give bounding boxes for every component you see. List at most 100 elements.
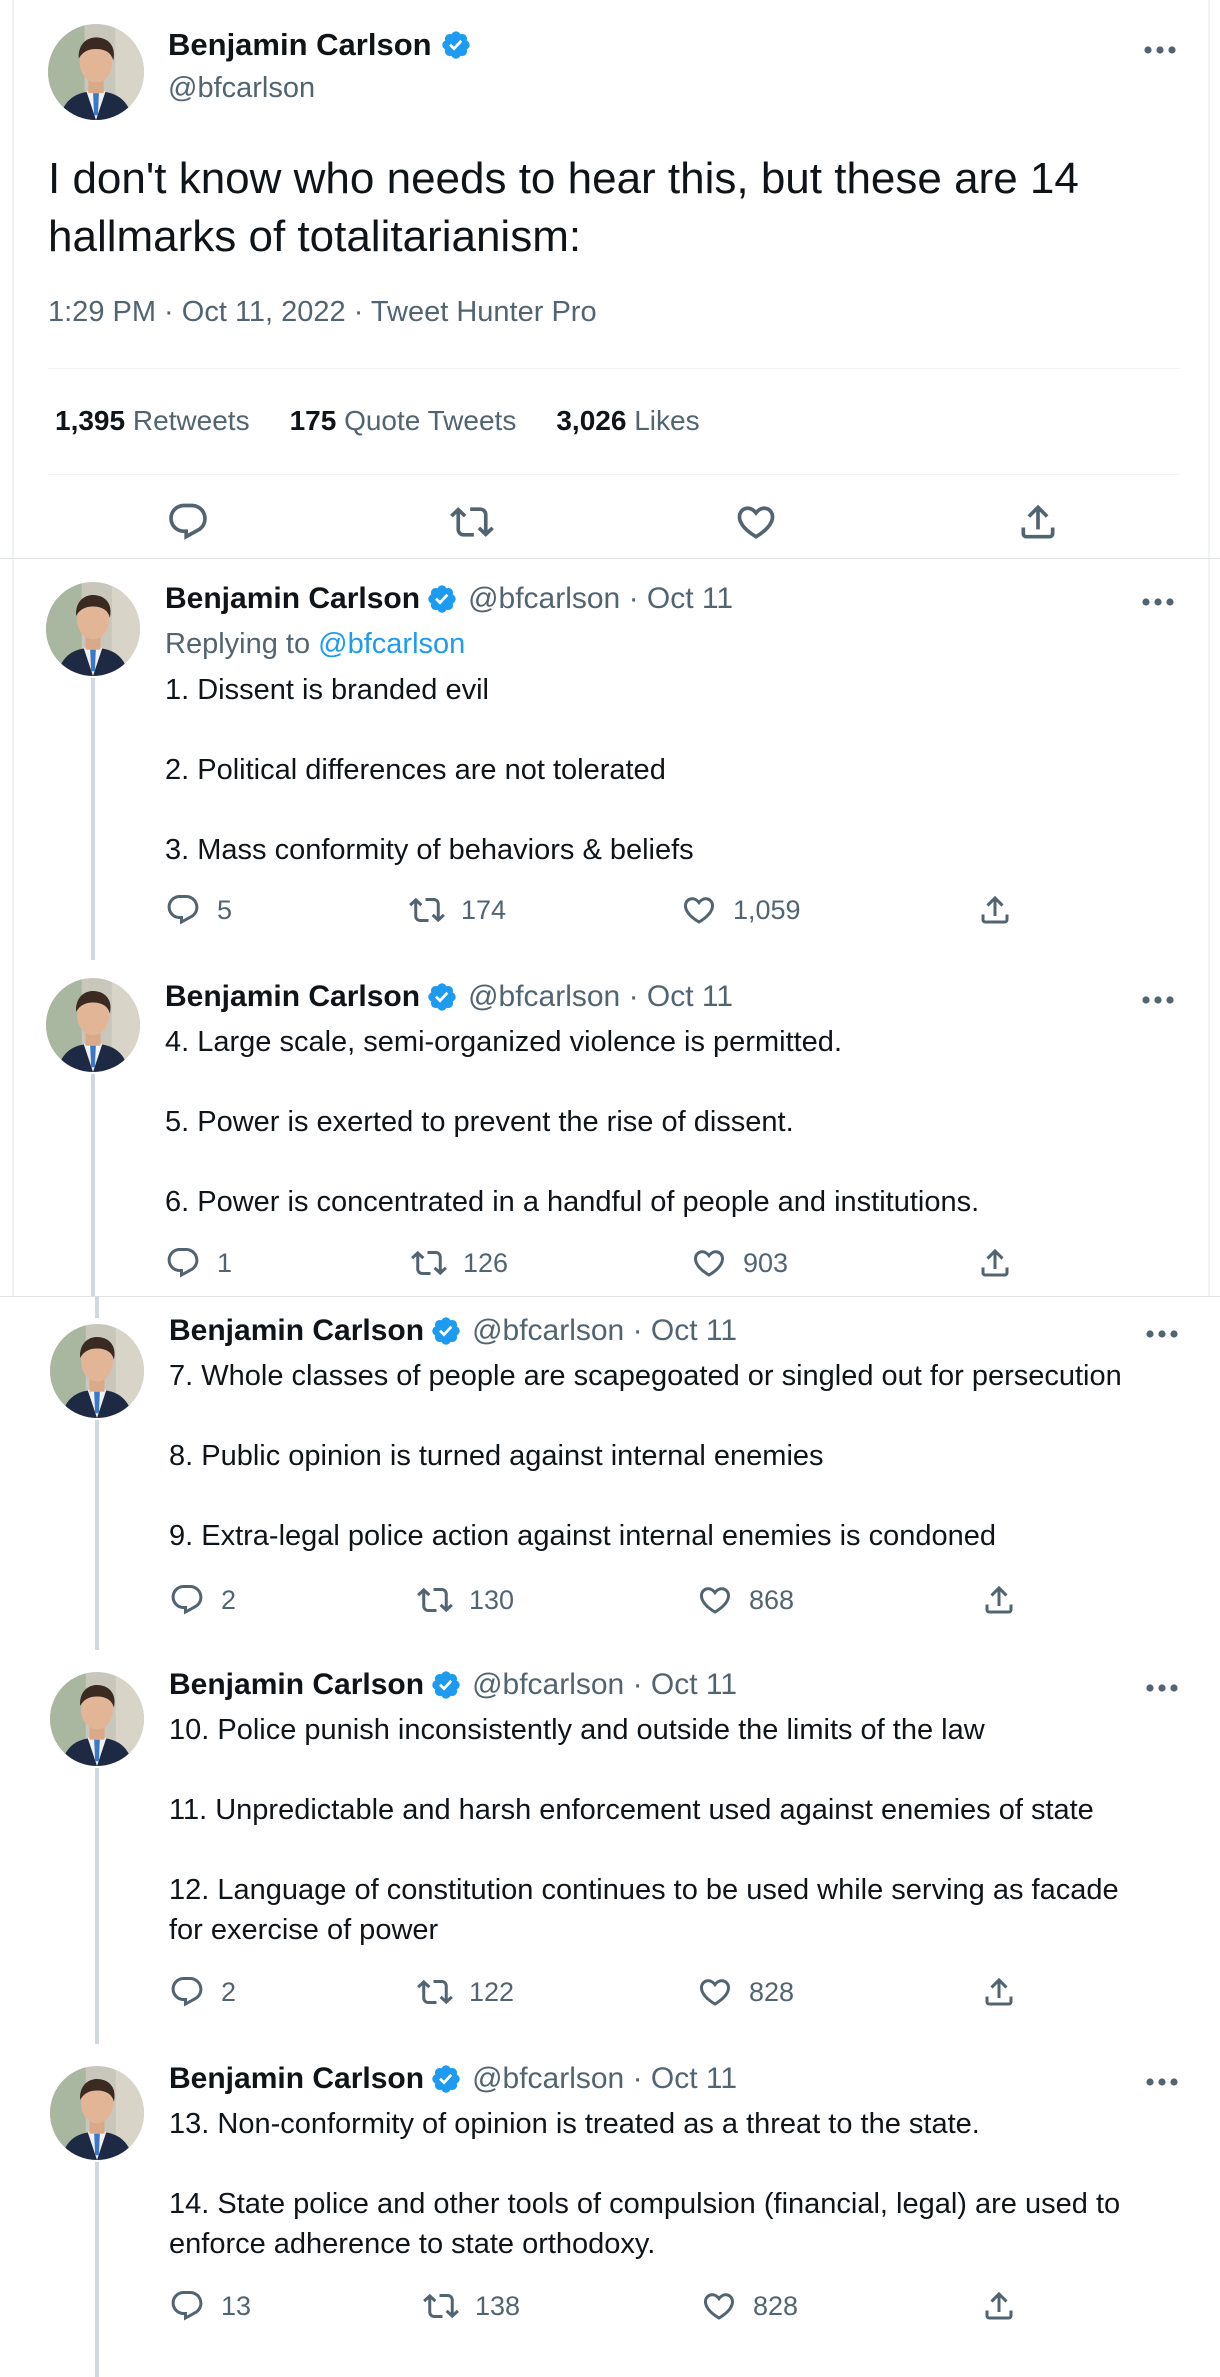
tweet-line: 4. Large scale, semi-organized violence …	[165, 1026, 842, 1058]
author-name[interactable]: Benjamin Carlson	[165, 980, 420, 1014]
like-icon[interactable]	[734, 500, 778, 544]
verified-badge-icon	[426, 981, 458, 1013]
avatar-photo	[48, 24, 144, 120]
tweet-line	[165, 1142, 1175, 1182]
engagement-stats: 1,395 Retweets 175 Quote Tweets 3,026 Li…	[55, 405, 700, 437]
author-handle[interactable]: @bfcarlson	[168, 72, 315, 105]
retweet-icon	[423, 2288, 459, 2324]
replying-to: Replying to @bfcarlson	[165, 628, 465, 661]
handle-date[interactable]: @bfcarlson · Oct 11	[472, 1314, 737, 1348]
divider	[48, 474, 1180, 475]
share-button[interactable]	[981, 2288, 1017, 2324]
like-count: 828	[749, 1976, 795, 2007]
reply-tweet[interactable]: Benjamin Carlson @bfcarlson · Oct 11 4. …	[0, 958, 1220, 1296]
more-icon[interactable]	[1138, 592, 1178, 612]
retweet-button[interactable]: 174	[409, 892, 506, 928]
tweet-timestamp-source[interactable]: 1:29 PM · Oct 11, 2022 · Tweet Hunter Pr…	[48, 296, 597, 329]
retweet-button[interactable]: 122	[417, 1974, 514, 2010]
like-count: 903	[743, 1247, 789, 1278]
likes-stat[interactable]: 3,026 Likes	[556, 405, 699, 437]
reply-icon	[169, 1582, 205, 1618]
reply-button[interactable]: 13	[169, 2288, 251, 2324]
tweet-header: Benjamin Carlson @bfcarlson · Oct 11	[165, 980, 733, 1014]
avatar[interactable]	[50, 1324, 144, 1418]
tweet-header: Benjamin Carlson @bfcarlson · Oct 11	[169, 1668, 737, 1702]
reply-button[interactable]: 2	[169, 1582, 236, 1618]
reply-tweet[interactable]: Benjamin Carlson @bfcarlson · Oct 11 13.…	[0, 2044, 1220, 2377]
tweet-line	[169, 1476, 1189, 1516]
verified-badge-icon	[440, 29, 472, 61]
retweet-icon[interactable]	[450, 500, 494, 544]
replying-to-link[interactable]: @bfcarlson	[318, 628, 465, 660]
author-name[interactable]: Benjamin Carlson	[169, 1668, 424, 1702]
author-name[interactable]: Benjamin Carlson	[165, 582, 420, 616]
tweet-text: I don't know who needs to hear this, but…	[48, 154, 1079, 261]
thread-connector	[95, 1296, 99, 1318]
avatar[interactable]	[48, 24, 144, 120]
thread-connector	[95, 1420, 99, 1650]
reply-count: 13	[221, 2290, 252, 2321]
reply-tweet[interactable]: Benjamin Carlson @bfcarlson · Oct 11 7. …	[0, 1296, 1220, 1650]
like-button[interactable]: 1,059	[681, 892, 801, 928]
reply-button[interactable]: 2	[169, 1974, 236, 2010]
retweet-button[interactable]: 138	[423, 2288, 520, 2324]
handle-date[interactable]: @bfcarlson · Oct 11	[468, 980, 733, 1014]
like-button[interactable]: 868	[697, 1582, 794, 1618]
tweet-line: 14. State police and other tools of comp…	[169, 2188, 1121, 2220]
retweets-label: Retweets	[132, 405, 250, 436]
handle-date[interactable]: @bfcarlson · Oct 11	[468, 582, 733, 616]
author-name[interactable]: Benjamin Carlson	[169, 1314, 424, 1348]
avatar[interactable]	[46, 582, 140, 676]
tweet-line: 11. Unpredictable and harsh enforcement …	[169, 1794, 1094, 1826]
more-icon[interactable]	[1138, 990, 1178, 1010]
avatar[interactable]	[50, 2066, 144, 2160]
author-name[interactable]: Benjamin Carlson	[169, 2062, 424, 2096]
retweet-icon	[409, 892, 445, 928]
thread-section-2: Benjamin Carlson @bfcarlson · Oct 11 7. …	[0, 1296, 1220, 2377]
retweet-count: 174	[461, 894, 507, 925]
share-button[interactable]	[981, 1582, 1017, 1618]
like-button[interactable]: 828	[701, 2288, 798, 2324]
reply-tweet[interactable]: Benjamin Carlson @bfcarlson · Oct 11 Rep…	[0, 558, 1220, 960]
tweet-text: 7. Whole classes of people are scapegoat…	[169, 1356, 1189, 1556]
share-button[interactable]	[977, 892, 1013, 928]
more-icon[interactable]	[1140, 40, 1180, 60]
tweet-line	[165, 710, 1175, 750]
thread-section-1: Benjamin Carlson @bfcarlson · Oct 11 Rep…	[0, 558, 1220, 1296]
tweet-action-bar: 1 126 903	[165, 1245, 1165, 1285]
retweet-count: 126	[463, 1247, 509, 1278]
avatar-photo	[50, 1672, 144, 1766]
reply-count: 2	[221, 1584, 237, 1615]
handle-date[interactable]: @bfcarlson · Oct 11	[472, 2062, 737, 2096]
retweet-button[interactable]: 126	[411, 1245, 508, 1281]
reply-button[interactable]: 1	[165, 1245, 232, 1281]
avatar-photo	[46, 582, 140, 676]
reply-tweet[interactable]: Benjamin Carlson @bfcarlson · Oct 11 10.…	[0, 1650, 1220, 2044]
retweet-button[interactable]: 130	[417, 1582, 514, 1618]
like-icon	[697, 1974, 733, 2010]
reply-button[interactable]: 5	[165, 892, 232, 928]
more-icon[interactable]	[1142, 1324, 1182, 1344]
like-button[interactable]: 903	[691, 1245, 788, 1281]
more-icon[interactable]	[1142, 2072, 1182, 2092]
verified-badge-icon	[430, 1669, 462, 1701]
retweets-stat[interactable]: 1,395 Retweets	[55, 405, 250, 437]
share-button[interactable]	[981, 1974, 1017, 2010]
tweet-line: enforce adherence to state orthodoxy.	[169, 2228, 656, 2260]
avatar[interactable]	[50, 1672, 144, 1766]
reply-icon[interactable]	[166, 500, 210, 544]
like-button[interactable]: 828	[697, 1974, 794, 2010]
share-icon[interactable]	[1016, 500, 1060, 544]
avatar[interactable]	[46, 978, 140, 1072]
more-icon[interactable]	[1142, 1678, 1182, 1698]
author-name[interactable]: Benjamin Carlson	[168, 27, 472, 63]
share-icon	[977, 892, 1013, 928]
share-button[interactable]	[977, 1245, 1013, 1281]
like-icon	[681, 892, 717, 928]
quote-tweets-stat[interactable]: 175 Quote Tweets	[290, 405, 517, 437]
verified-badge-icon	[430, 2063, 462, 2095]
tweet-text: 4. Large scale, semi-organized violence …	[165, 1022, 1175, 1222]
reply-icon	[165, 892, 201, 928]
handle-date[interactable]: @bfcarlson · Oct 11	[472, 1668, 737, 1702]
tweet-line	[169, 1750, 1189, 1790]
